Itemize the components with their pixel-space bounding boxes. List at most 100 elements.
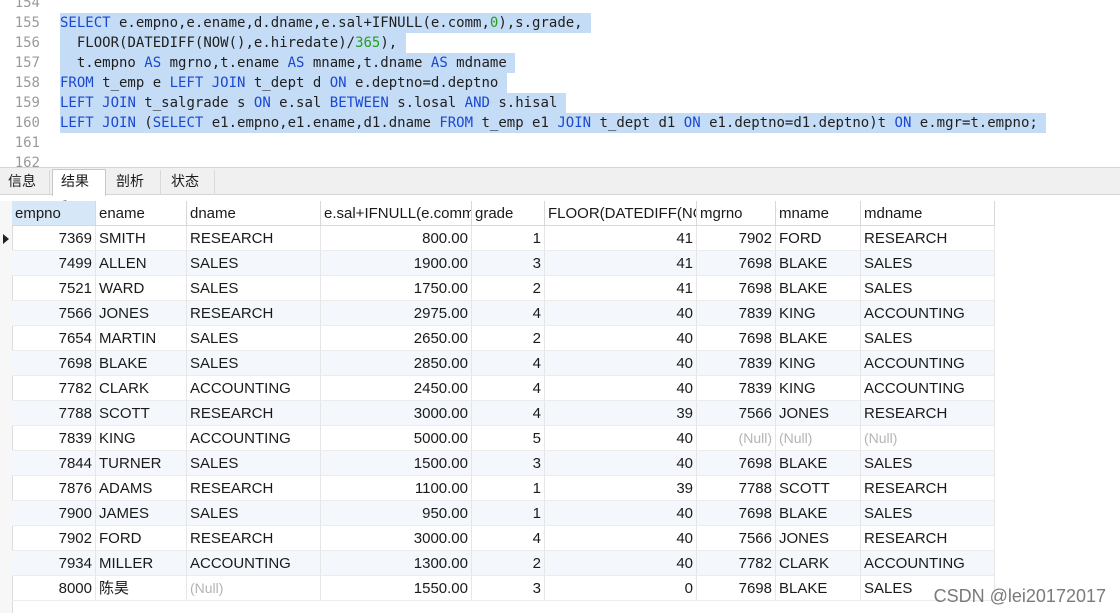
table-row[interactable]: 7839 KING ACCOUNTING 5000.00 5 40 (Null) (Null)…: [12, 426, 995, 451]
cell-mname[interactable]: BLAKE: [776, 276, 861, 301]
cell-ename[interactable]: BLAKE: [96, 351, 187, 376]
cell-empno[interactable]: 7844: [12, 451, 96, 476]
cell-mdname[interactable]: SALES: [861, 326, 995, 351]
cell-years[interactable]: 40: [545, 426, 697, 451]
cell-ename[interactable]: WARD: [96, 276, 187, 301]
cell-ename[interactable]: TURNER: [96, 451, 187, 476]
cell-dname[interactable]: ACCOUNTING: [187, 426, 321, 451]
cell-total-sal[interactable]: 800.00: [321, 226, 472, 251]
column-header-grade[interactable]: grade: [472, 201, 545, 226]
tab-result-1[interactable]: 结果 1: [52, 169, 106, 215]
cell-mname[interactable]: BLAKE: [776, 326, 861, 351]
cell-mdname[interactable]: SALES: [861, 501, 995, 526]
cell-total-sal[interactable]: 1300.00: [321, 551, 472, 576]
cell-ename[interactable]: ALLEN: [96, 251, 187, 276]
cell-grade[interactable]: 4: [472, 376, 545, 401]
table-row[interactable]: 7844 TURNER SALES 1500.00 3 40 7698 BLAKE SALES: [12, 451, 995, 476]
cell-years[interactable]: 41: [545, 226, 697, 251]
cell-grade[interactable]: 2: [472, 326, 545, 351]
table-row[interactable]: 8000 陈昊 (Null) 1550.00 3 0 7698 BLAKE SALES: [12, 576, 995, 601]
cell-grade[interactable]: 5: [472, 426, 545, 451]
cell-empno[interactable]: 7876: [12, 476, 96, 501]
cell-years[interactable]: 39: [545, 401, 697, 426]
cell-grade[interactable]: 3: [472, 251, 545, 276]
cell-total-sal[interactable]: 2975.00: [321, 301, 472, 326]
cell-ename[interactable]: SMITH: [96, 226, 187, 251]
cell-mgrno[interactable]: 7698: [697, 576, 776, 601]
cell-ename[interactable]: ADAMS: [96, 476, 187, 501]
cell-mdname[interactable]: RESEARCH: [861, 401, 995, 426]
cell-mgrno[interactable]: 7839: [697, 376, 776, 401]
cell-total-sal[interactable]: 950.00: [321, 501, 472, 526]
cell-dname[interactable]: SALES: [187, 251, 321, 276]
cell-years[interactable]: 40: [545, 301, 697, 326]
sql-editor[interactable]: 154 155 SELECT e.empno,e.ename,d.dname,e.s…: [0, 0, 1120, 167]
cell-mgrno[interactable]: 7839: [697, 301, 776, 326]
cell-years[interactable]: 40: [545, 551, 697, 576]
cell-empno[interactable]: 7839: [12, 426, 96, 451]
cell-dname[interactable]: (Null): [187, 576, 321, 601]
cell-ename[interactable]: MILLER: [96, 551, 187, 576]
cell-dname[interactable]: RESEARCH: [187, 301, 321, 326]
cell-total-sal[interactable]: 3000.00: [321, 401, 472, 426]
cell-empno[interactable]: 7902: [12, 526, 96, 551]
cell-mname[interactable]: KING: [776, 376, 861, 401]
cell-mdname[interactable]: RESEARCH: [861, 526, 995, 551]
cell-mdname[interactable]: ACCOUNTING: [861, 351, 995, 376]
cell-dname[interactable]: RESEARCH: [187, 401, 321, 426]
cell-total-sal[interactable]: 1500.00: [321, 451, 472, 476]
cell-mname[interactable]: KING: [776, 351, 861, 376]
cell-dname[interactable]: ACCOUNTING: [187, 551, 321, 576]
cell-grade[interactable]: 4: [472, 301, 545, 326]
column-header-empno[interactable]: empno: [12, 201, 96, 226]
cell-grade[interactable]: 2: [472, 276, 545, 301]
cell-mgrno[interactable]: 7698: [697, 326, 776, 351]
cell-grade[interactable]: 4: [472, 401, 545, 426]
cell-ename[interactable]: JAMES: [96, 501, 187, 526]
cell-total-sal[interactable]: 2850.00: [321, 351, 472, 376]
cell-mgrno[interactable]: 7902: [697, 226, 776, 251]
cell-total-sal[interactable]: 1900.00: [321, 251, 472, 276]
cell-mname[interactable]: KING: [776, 301, 861, 326]
cell-grade[interactable]: 2: [472, 551, 545, 576]
cell-total-sal[interactable]: 3000.00: [321, 526, 472, 551]
cell-mdname[interactable]: ACCOUNTING: [861, 376, 995, 401]
cell-ename[interactable]: MARTIN: [96, 326, 187, 351]
cell-ename[interactable]: FORD: [96, 526, 187, 551]
cell-dname[interactable]: ACCOUNTING: [187, 376, 321, 401]
cell-grade[interactable]: 1: [472, 501, 545, 526]
cell-ename[interactable]: SCOTT: [96, 401, 187, 426]
cell-years[interactable]: 40: [545, 451, 697, 476]
cell-mdname[interactable]: RESEARCH: [861, 476, 995, 501]
cell-empno[interactable]: 7521: [12, 276, 96, 301]
cell-empno[interactable]: 7934: [12, 551, 96, 576]
cell-empno[interactable]: 7782: [12, 376, 96, 401]
cell-empno[interactable]: 7788: [12, 401, 96, 426]
cell-years[interactable]: 40: [545, 526, 697, 551]
tab-info[interactable]: 信息: [0, 170, 50, 195]
cell-empno[interactable]: 7566: [12, 301, 96, 326]
cell-total-sal[interactable]: 1550.00: [321, 576, 472, 601]
table-row[interactable]: 7698 BLAKE SALES 2850.00 4 40 7839 KING ACCOUNTI…: [12, 351, 995, 376]
cell-grade[interactable]: 4: [472, 526, 545, 551]
cell-dname[interactable]: SALES: [187, 451, 321, 476]
cell-mgrno[interactable]: 7698: [697, 276, 776, 301]
cell-mname[interactable]: FORD: [776, 226, 861, 251]
result-grid[interactable]: empnoenamednamee.sal+IFNULL(e.comm,0)gra…: [0, 201, 1120, 613]
cell-mgrno[interactable]: (Null): [697, 426, 776, 451]
cell-total-sal[interactable]: 5000.00: [321, 426, 472, 451]
cell-total-sal[interactable]: 1750.00: [321, 276, 472, 301]
cell-ename[interactable]: CLARK: [96, 376, 187, 401]
cell-ename[interactable]: 陈昊: [96, 576, 187, 601]
cell-empno[interactable]: 7654: [12, 326, 96, 351]
cell-dname[interactable]: RESEARCH: [187, 226, 321, 251]
cell-mgrno[interactable]: 7782: [697, 551, 776, 576]
column-header-mgrno[interactable]: mgrno: [697, 201, 776, 226]
cell-years[interactable]: 41: [545, 276, 697, 301]
column-header-ename[interactable]: ename: [96, 201, 187, 226]
cell-mdname[interactable]: (Null): [861, 426, 995, 451]
cell-mname[interactable]: JONES: [776, 401, 861, 426]
cell-mdname[interactable]: SALES: [861, 251, 995, 276]
table-row[interactable]: 7934 MILLER ACCOUNTING 1300.00 2 40 7782 CLARK A…: [12, 551, 995, 576]
cell-ename[interactable]: JONES: [96, 301, 187, 326]
